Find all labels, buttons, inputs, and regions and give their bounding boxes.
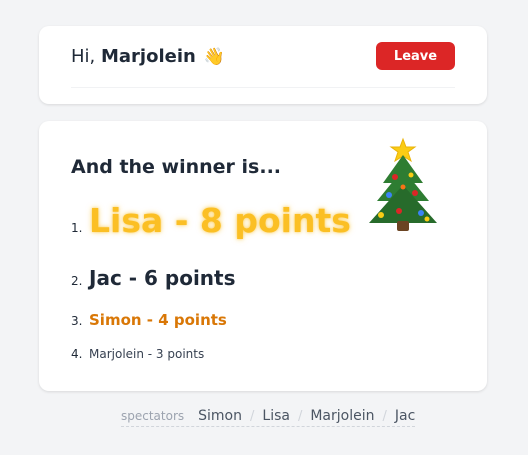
rank-number: 3. bbox=[71, 314, 83, 328]
results-card: And the winner is... 1. Lisa - 8 points … bbox=[39, 121, 487, 391]
ranking-item-3: 3. Simon - 4 points bbox=[71, 311, 227, 329]
separator: / bbox=[382, 409, 387, 424]
christmas-tree-icon bbox=[369, 137, 437, 231]
rank-label: Lisa - 8 points bbox=[89, 201, 351, 240]
greeting-text: Hi, bbox=[71, 46, 96, 67]
spectators-list: spectators Simon / Lisa / Marjolein / Ja… bbox=[121, 408, 416, 427]
spectator-name: Jac bbox=[394, 408, 416, 424]
ranking-item-2: 2. Jac - 6 points bbox=[71, 266, 236, 290]
leave-button[interactable]: Leave bbox=[376, 42, 455, 70]
spectator-name: Lisa bbox=[262, 408, 290, 424]
spectators-label: spectators bbox=[121, 409, 185, 423]
rank-number: 4. bbox=[71, 347, 83, 361]
spectator-name: Simon bbox=[198, 408, 242, 424]
rank-number: 2. bbox=[71, 274, 83, 288]
spectator-name: Marjolein bbox=[310, 408, 375, 424]
ranking-item-1: 1. Lisa - 8 points bbox=[71, 201, 351, 240]
user-name: Marjolein bbox=[101, 46, 196, 67]
waving-hand-icon: 👋 bbox=[203, 47, 225, 67]
divider bbox=[71, 87, 455, 88]
rank-label: Marjolein - 3 points bbox=[89, 347, 205, 361]
winner-title: And the winner is... bbox=[71, 156, 282, 178]
rank-label: Jac - 6 points bbox=[89, 266, 236, 290]
greeting: Hi, Marjolein 👋 bbox=[71, 46, 225, 68]
rank-label: Simon - 4 points bbox=[89, 311, 227, 329]
separator: / bbox=[250, 409, 255, 424]
ranking-item-4: 4. Marjolein - 3 points bbox=[71, 347, 204, 361]
separator: / bbox=[297, 409, 303, 424]
header-card: Hi, Marjolein 👋 Leave bbox=[39, 26, 487, 104]
rank-number: 1. bbox=[71, 221, 83, 235]
